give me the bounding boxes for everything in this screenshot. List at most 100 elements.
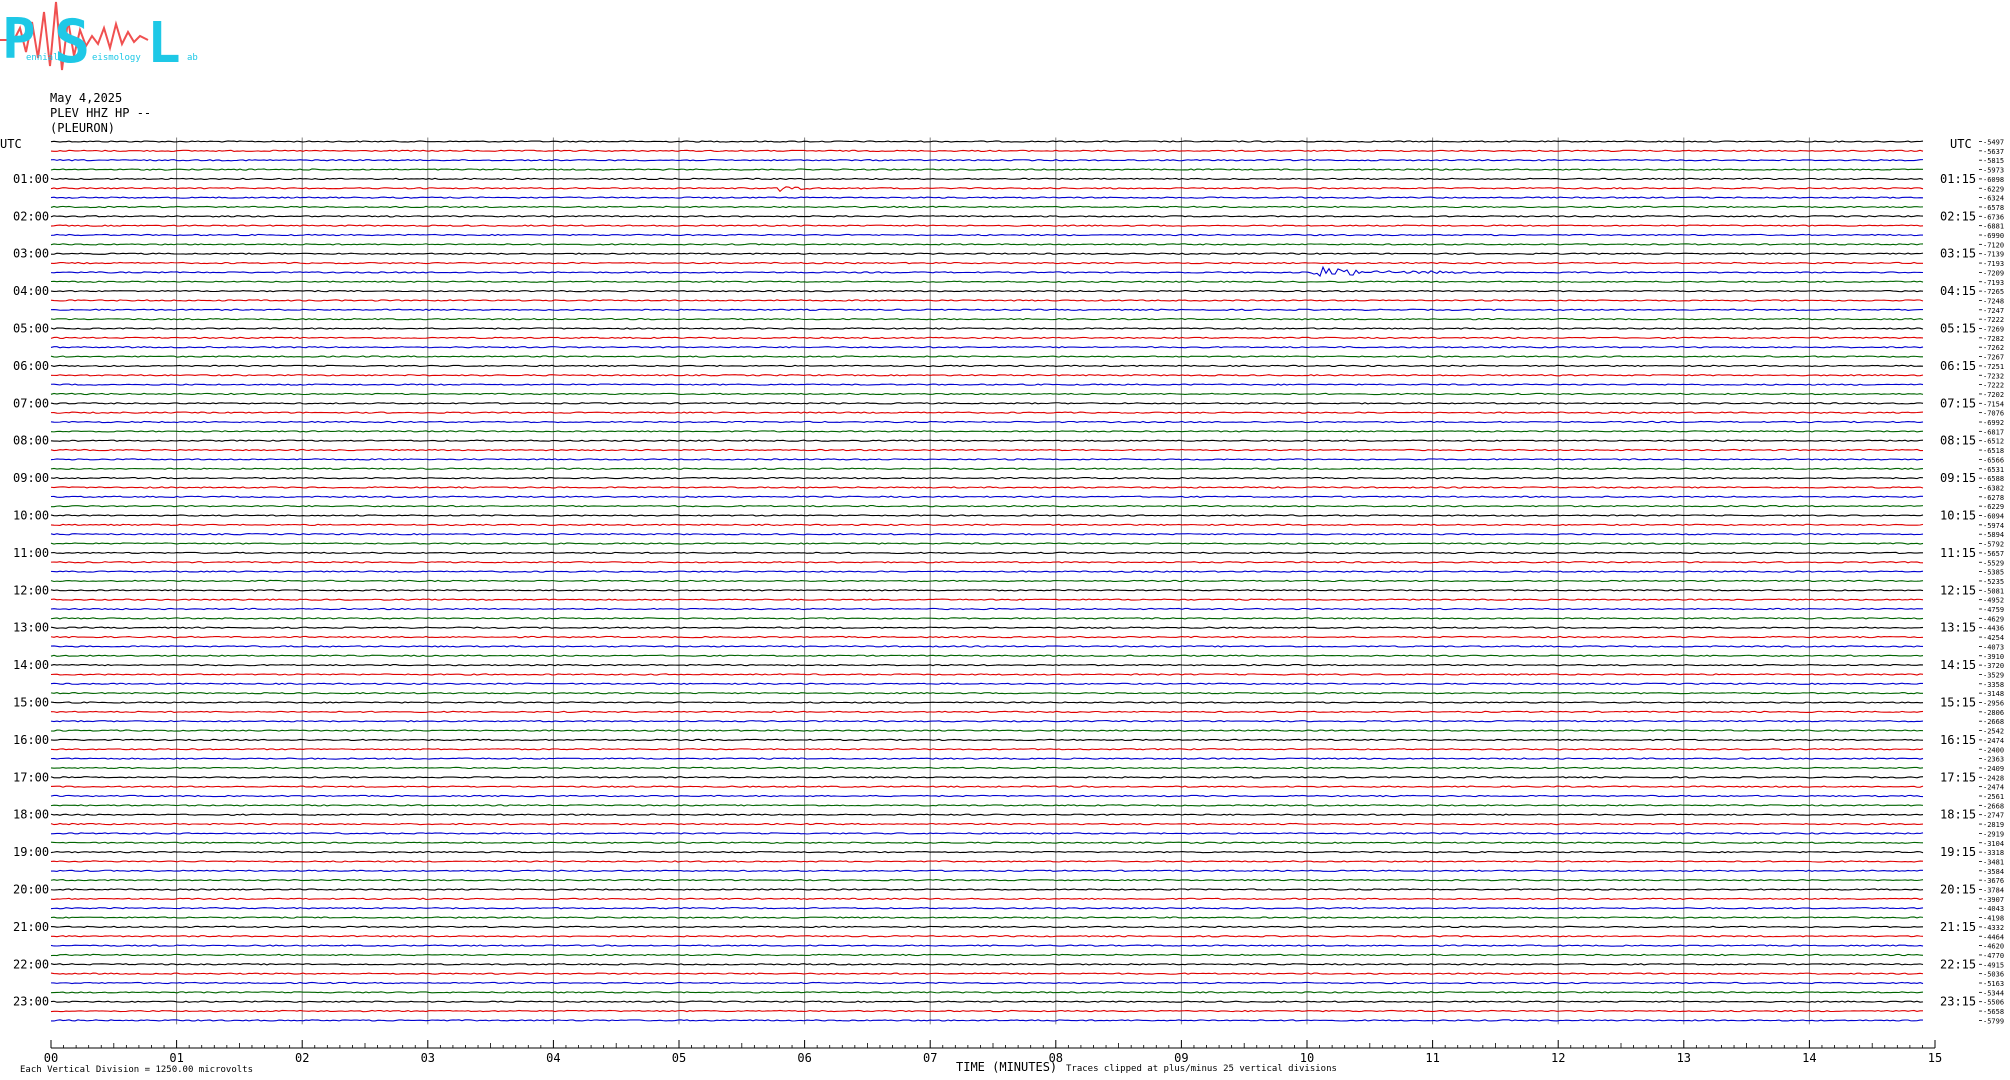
header-date: May 4,2025 bbox=[50, 91, 122, 105]
trace-offset-label: -2409 bbox=[1983, 765, 2004, 773]
trace-line bbox=[50, 598, 1924, 601]
trace-offset-label: -2668 bbox=[1983, 718, 2004, 726]
trace-offset-label: -6324 bbox=[1983, 195, 2004, 203]
hour-label-right: 09:15 bbox=[1940, 471, 1976, 485]
left-axis-title: UTC bbox=[0, 137, 22, 151]
trace-offset-label: -5344 bbox=[1983, 989, 2004, 997]
trace-offset-label: -7247 bbox=[1983, 307, 2004, 315]
hour-label-right: 01:15 bbox=[1940, 172, 1976, 186]
hour-label-right: 13:15 bbox=[1940, 621, 1976, 635]
trace-offset-label: -4464 bbox=[1983, 933, 2004, 941]
hour-label-left: 03:00 bbox=[13, 247, 49, 261]
trace-offset-label: -6229 bbox=[1983, 185, 2004, 193]
trace-offset-labels: -5497-5637-5815-5973-6098-6229-6324-6578… bbox=[1979, 139, 2004, 1025]
trace-offset-label: -4620 bbox=[1983, 943, 2004, 951]
trace-line bbox=[50, 925, 1924, 929]
seismogram-traces bbox=[50, 140, 1924, 1022]
hour-label-right: 07:15 bbox=[1940, 396, 1976, 410]
trace-line bbox=[50, 420, 1924, 424]
hour-label-left: 08:00 bbox=[13, 434, 49, 448]
trace-line bbox=[50, 346, 1924, 349]
trace-line bbox=[50, 673, 1924, 676]
trace-offset-label: -7120 bbox=[1983, 241, 2004, 249]
trace-line bbox=[50, 561, 1924, 564]
x-tick-label: 07 bbox=[923, 1051, 937, 1065]
trace-offset-label: -3148 bbox=[1983, 690, 2004, 698]
trace-line bbox=[50, 355, 1924, 358]
trace-offset-label: -3358 bbox=[1983, 681, 2004, 689]
trace-offset-label: -7076 bbox=[1983, 410, 2004, 418]
x-tick-label: 02 bbox=[295, 1051, 309, 1065]
hour-label-left: 01:00 bbox=[13, 172, 49, 186]
trace-line bbox=[50, 289, 1924, 293]
hour-label-left: 23:00 bbox=[13, 995, 49, 1009]
hour-label-left: 15:00 bbox=[13, 696, 49, 710]
right-hour-labels: 01:15 02:15 03:15 04:15 05:15 06:15 07:15 08:15… bbox=[1940, 172, 1976, 1009]
trace-line bbox=[50, 691, 1924, 695]
trace-line bbox=[50, 738, 1924, 742]
trace-line bbox=[50, 991, 1924, 994]
trace-offset-label: -7139 bbox=[1983, 251, 2004, 259]
trace-offset-label: -6094 bbox=[1983, 513, 2004, 521]
trace-line bbox=[50, 168, 1924, 171]
hour-label-left: 12:00 bbox=[13, 583, 49, 597]
trace-line bbox=[50, 953, 1924, 957]
psl-logo: P S L ennial eismology ab bbox=[0, 1, 198, 77]
trace-line bbox=[50, 878, 1924, 882]
header-location: (PLEURON) bbox=[50, 121, 115, 135]
x-tick-label: 10 bbox=[1300, 1051, 1314, 1065]
trace-line bbox=[50, 177, 1924, 181]
trace-line bbox=[50, 514, 1924, 517]
trace-offset-label: -3584 bbox=[1983, 868, 2004, 876]
hour-label-left: 06:00 bbox=[13, 359, 49, 373]
trace-offset-label: -7222 bbox=[1983, 382, 2004, 390]
x-tick-label: 06 bbox=[797, 1051, 811, 1065]
trace-line bbox=[50, 813, 1924, 816]
x-tick-label: 09 bbox=[1174, 1051, 1188, 1065]
trace-line bbox=[50, 757, 1924, 760]
hour-label-left: 02:00 bbox=[13, 209, 49, 223]
trace-offset-label: -2428 bbox=[1983, 774, 2004, 782]
trace-line bbox=[50, 701, 1924, 704]
trace-offset-label: -5658 bbox=[1983, 1008, 2004, 1016]
trace-line bbox=[50, 626, 1924, 629]
trace-offset-label: -4629 bbox=[1983, 615, 2004, 623]
trace-offset-label: -7232 bbox=[1983, 372, 2004, 380]
trace-line bbox=[50, 364, 1924, 368]
trace-offset-label: -2919 bbox=[1983, 830, 2004, 838]
hour-label-right: 06:15 bbox=[1940, 359, 1976, 373]
trace-offset-label: -7265 bbox=[1983, 288, 2004, 296]
trace-offset-label: -4332 bbox=[1983, 924, 2004, 932]
trace-offset-label: -6518 bbox=[1983, 447, 2004, 455]
trace-offset-label: -7251 bbox=[1983, 363, 2004, 371]
left-hour-labels: 01:00 02:00 03:00 04:00 05:00 06:00 07:00 08:00… bbox=[13, 172, 49, 1009]
trace-offset-label: -2747 bbox=[1983, 812, 2004, 820]
trace-line bbox=[50, 523, 1924, 527]
hour-label-left: 21:00 bbox=[13, 920, 49, 934]
trace-offset-label: -5657 bbox=[1983, 550, 2004, 558]
trace-line bbox=[50, 897, 1924, 901]
trace-line bbox=[50, 467, 1924, 470]
hour-label-right: 22:15 bbox=[1940, 957, 1976, 971]
trace-offset-label: -2542 bbox=[1983, 728, 2004, 736]
trace-offset-label: -4198 bbox=[1983, 915, 2004, 923]
trace-line bbox=[50, 308, 1924, 311]
trace-line bbox=[50, 888, 1924, 891]
trace-line bbox=[50, 832, 1924, 835]
trace-offset-label: -5974 bbox=[1983, 522, 2004, 530]
trace-line bbox=[50, 860, 1924, 863]
x-tick-label: 11 bbox=[1425, 1051, 1439, 1065]
footer-scale-note: Each Vertical Division = 1250.00 microvo… bbox=[20, 1065, 253, 1075]
trace-offset-label: -7222 bbox=[1983, 316, 2004, 324]
hour-label-left: 17:00 bbox=[13, 770, 49, 784]
hour-label-right: 11:15 bbox=[1940, 546, 1976, 560]
hour-label-left: 16:00 bbox=[13, 733, 49, 747]
right-axis-title: UTC bbox=[1950, 137, 1972, 151]
trace-line bbox=[50, 261, 1924, 265]
trace-line bbox=[50, 1019, 1924, 1022]
trace-offset-label: -6736 bbox=[1983, 213, 2004, 221]
trace-line bbox=[50, 215, 1924, 218]
trace-line bbox=[50, 579, 1924, 583]
trace-offset-label: -4073 bbox=[1983, 643, 2004, 651]
trace-offset-label: -7193 bbox=[1983, 279, 2004, 287]
